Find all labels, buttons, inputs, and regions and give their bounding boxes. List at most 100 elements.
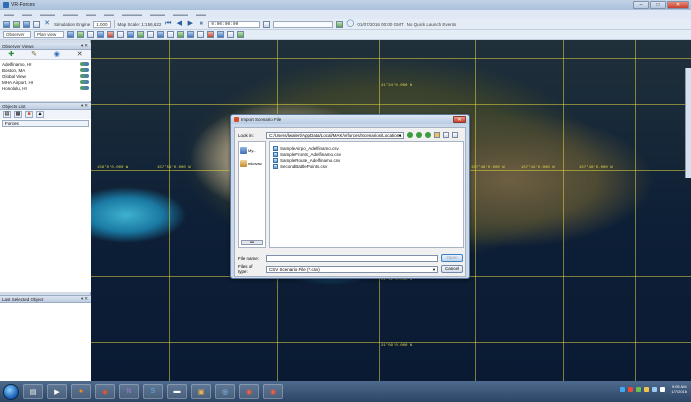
play-icon[interactable]: ▶ xyxy=(186,20,194,28)
new-folder-icon[interactable] xyxy=(434,132,440,138)
place-user[interactable]: mkovac xyxy=(239,158,265,168)
rewind-icon[interactable]: ⏮ xyxy=(164,20,172,28)
print-button[interactable] xyxy=(33,20,40,28)
new-scenario-button[interactable] xyxy=(3,20,10,28)
add-observer-icon[interactable]: ✚ xyxy=(8,51,14,59)
create-entity-button[interactable] xyxy=(107,31,114,38)
menu-item[interactable]: ▬▬ xyxy=(22,12,32,18)
observer-item[interactable]: Honolulu, HI xyxy=(2,85,89,91)
view-mode-select[interactable]: Plan view xyxy=(34,31,64,38)
forward-icon[interactable] xyxy=(416,132,422,138)
back-icon[interactable] xyxy=(407,132,413,138)
file-item[interactable]: SecondBattlePoints.csv xyxy=(273,163,460,169)
terrain-button[interactable] xyxy=(177,31,184,38)
sim-time-field[interactable]: 0:00:00:00 xyxy=(208,20,261,28)
panel-close-icon[interactable]: ▾✕ xyxy=(81,43,89,49)
places-scrollbar[interactable]: ◂ ▸ xyxy=(241,240,263,245)
measure-button[interactable] xyxy=(167,31,174,38)
filter-icon[interactable]: ▤ xyxy=(3,111,11,118)
panel-close-icon[interactable]: ▾✕ xyxy=(81,103,89,109)
minimize-icon[interactable]: – xyxy=(633,1,649,9)
delete-icon[interactable]: ✕ xyxy=(43,20,51,28)
tray-icon[interactable] xyxy=(620,386,626,392)
menu-item[interactable]: ▬▬▬ xyxy=(173,12,188,18)
overlay-button[interactable] xyxy=(207,31,214,38)
route-button[interactable] xyxy=(127,31,134,38)
folder-task-icon[interactable]: ▣ xyxy=(191,384,211,399)
tray-icon[interactable] xyxy=(636,386,642,392)
office-task-icon[interactable]: ◆ xyxy=(95,384,115,399)
waypoint-button[interactable] xyxy=(147,31,154,38)
extra-tool-button[interactable] xyxy=(237,31,244,38)
left-dock: Observer Views ▾✕ ✚ ✎ ◉ ✕ Adelfinamo, HI… xyxy=(0,40,91,381)
maximize-icon[interactable]: □ xyxy=(650,1,666,9)
goto-observer-icon[interactable]: ◉ xyxy=(54,51,60,59)
up-folder-icon[interactable] xyxy=(425,132,431,138)
dialog-title: Import Scenario File xyxy=(241,117,282,122)
menu-item[interactable]: ▬▬ xyxy=(196,12,206,18)
open-button[interactable]: Open xyxy=(441,254,463,262)
cancel-button[interactable]: Cancel xyxy=(441,265,463,273)
pan-button[interactable] xyxy=(87,31,94,38)
pause-icon[interactable]: ⏸ xyxy=(197,20,205,28)
look-in-select[interactable]: C:/Users/lwalert/AppData/Local/MAK/vrfor… xyxy=(266,131,404,139)
tactical-graphic-button[interactable] xyxy=(157,31,164,38)
file-type-select[interactable]: CSV Scenario File (*.csv) ▼ xyxy=(266,265,438,273)
aggregate-icon[interactable]: ▲ xyxy=(36,111,44,118)
time-options-button[interactable] xyxy=(263,20,271,28)
app-task-icon[interactable]: ◉ xyxy=(239,384,259,399)
menu-item[interactable]: ▬▬ xyxy=(86,12,96,18)
app2-task-icon[interactable]: ◉ xyxy=(263,384,283,399)
terminal-task-icon[interactable]: ▬ xyxy=(167,384,187,399)
menu-item[interactable]: ▬▬▬ xyxy=(150,12,165,18)
entity-icon[interactable]: ■ xyxy=(25,111,33,118)
taskbar-clock[interactable]: 9:05 AM 1/7/2016 xyxy=(671,384,687,394)
layers-button[interactable] xyxy=(187,31,194,38)
step-back-icon[interactable]: ◀ xyxy=(175,20,183,28)
settings-button[interactable] xyxy=(227,31,234,38)
tray-icon[interactable] xyxy=(628,386,634,392)
observer-select[interactable]: Observer xyxy=(3,31,31,38)
place-my-computer[interactable]: My... xyxy=(239,145,265,155)
detail-view-icon[interactable] xyxy=(452,132,458,138)
create-aggregate-button[interactable] xyxy=(117,31,124,38)
list-view-icon[interactable] xyxy=(443,132,449,138)
compass-strip[interactable] xyxy=(685,68,691,178)
start-button[interactable] xyxy=(3,383,19,400)
media-task-icon[interactable]: ▶ xyxy=(47,384,67,399)
open-scenario-button[interactable] xyxy=(13,20,20,28)
save-scenario-button[interactable] xyxy=(23,20,30,28)
menu-item[interactable]: ▬▬ xyxy=(104,12,114,18)
time-slider[interactable] xyxy=(273,20,334,28)
firefox-task-icon[interactable]: ● xyxy=(71,384,91,399)
sim-engine-rate[interactable]: 1.000 xyxy=(93,20,111,28)
view-3d-button[interactable] xyxy=(77,31,84,38)
filter-button[interactable] xyxy=(197,31,204,38)
panel-close-icon[interactable]: ▾✕ xyxy=(81,296,89,302)
menu-item[interactable]: ▬▬▬ xyxy=(40,12,55,18)
explorer-task-icon[interactable]: ▤ xyxy=(23,384,43,399)
network-icon[interactable] xyxy=(652,386,658,392)
expand-icon[interactable]: ▦ xyxy=(14,111,22,118)
menu-item[interactable]: ▬▬▬ xyxy=(63,12,78,18)
sync-button[interactable] xyxy=(336,20,344,28)
zoom-button[interactable] xyxy=(97,31,104,38)
edit-observer-icon[interactable]: ✎ xyxy=(31,51,37,59)
tray-icon[interactable] xyxy=(644,386,650,392)
onenote-task-icon[interactable]: N xyxy=(119,384,139,399)
remove-observer-icon[interactable]: ✕ xyxy=(77,51,83,59)
dialog-close-icon[interactable]: ✕ xyxy=(453,116,466,123)
file-name-input[interactable] xyxy=(266,254,438,262)
volume-icon[interactable] xyxy=(660,386,666,392)
forces-tree-root[interactable]: Forces xyxy=(2,120,89,127)
quick-launch-label[interactable]: No Quick Launch Events xyxy=(407,22,457,27)
skype-task-icon[interactable]: S xyxy=(143,384,163,399)
menu-item[interactable]: ▬▬▬▬ xyxy=(122,12,142,18)
area-button[interactable] xyxy=(137,31,144,38)
view-2d-button[interactable] xyxy=(67,31,74,38)
close-icon[interactable]: ✕ xyxy=(667,1,689,9)
menu-item[interactable]: ▬▬ xyxy=(4,12,14,18)
vrforces-task-icon[interactable]: ◎ xyxy=(215,384,235,399)
grid-button[interactable] xyxy=(217,31,224,38)
place-label: My... xyxy=(248,147,257,153)
